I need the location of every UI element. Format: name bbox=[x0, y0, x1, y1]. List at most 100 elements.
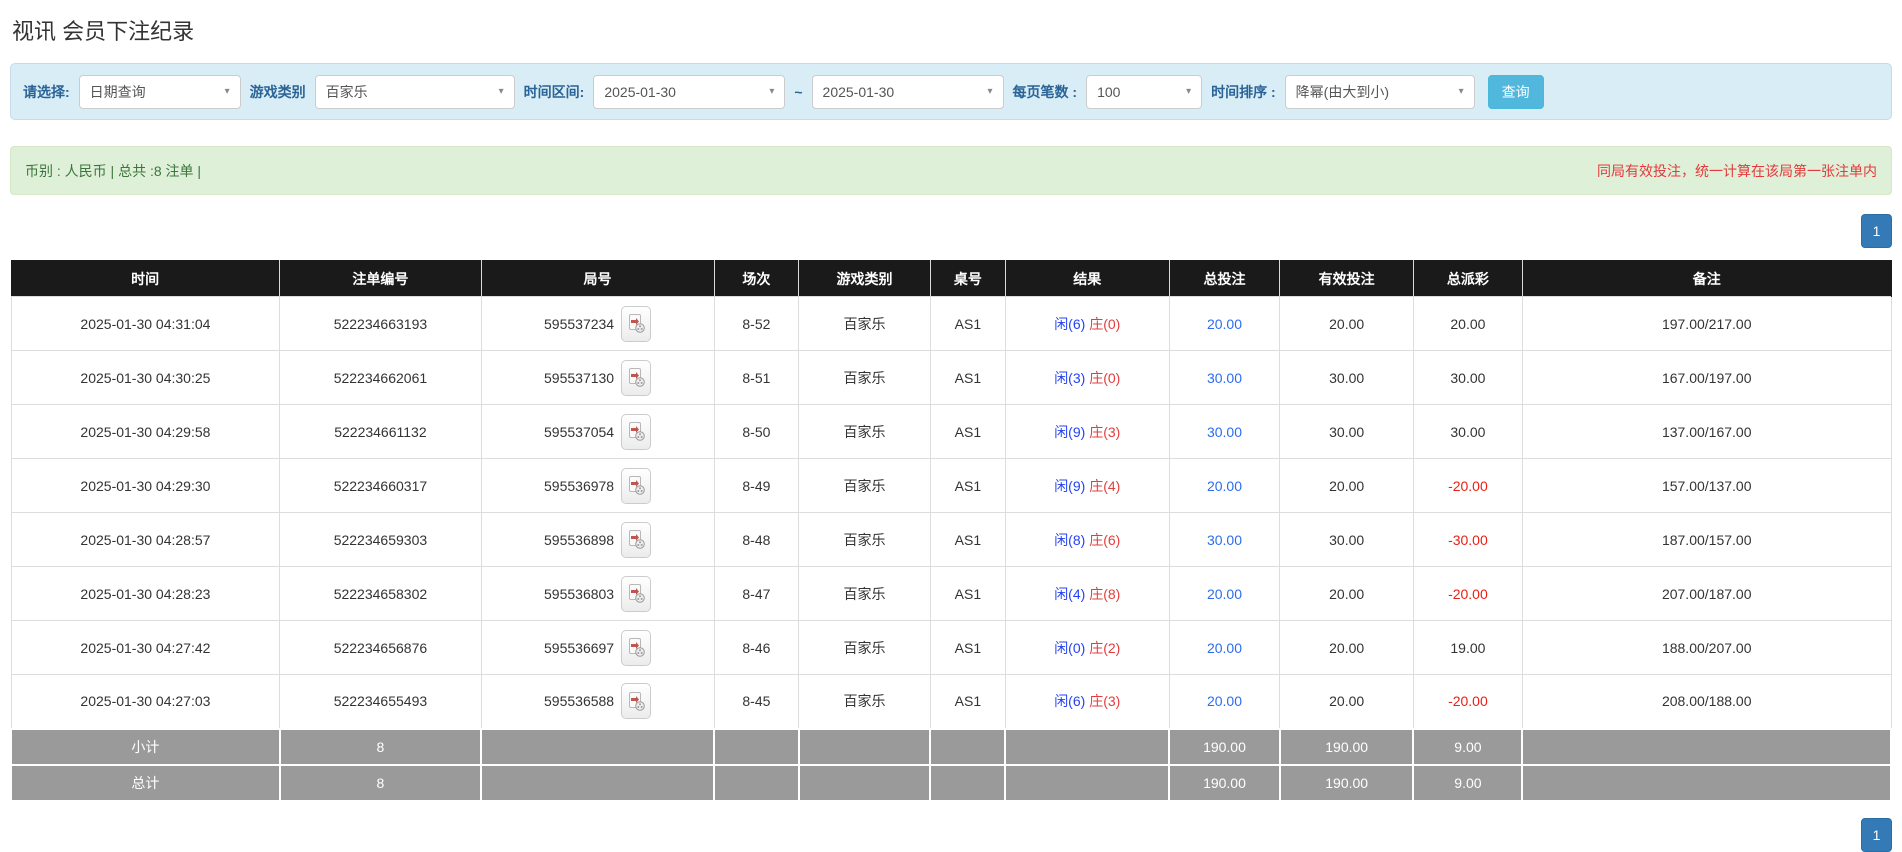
video-replay-button[interactable] bbox=[621, 305, 652, 342]
banker-result: 庄(8) bbox=[1089, 585, 1121, 602]
valid-bet: 20.00 bbox=[1279, 620, 1414, 675]
info-bar: 币别 : 人民币 | 总共 :8 注单 | 同局有效投注，统一计算在该局第一张注… bbox=[10, 146, 1892, 195]
bet-time: 2025-01-30 04:27:03 bbox=[10, 674, 281, 729]
game-category: 百家乐 bbox=[798, 296, 931, 351]
banker-result: 庄(0) bbox=[1089, 369, 1121, 386]
valid-bet: 20.00 bbox=[1279, 674, 1414, 729]
banker-result: 庄(6) bbox=[1089, 531, 1121, 548]
per-page-value: 100 bbox=[1097, 83, 1121, 100]
col-round-number: 局号 bbox=[481, 260, 715, 297]
table-number: AS1 bbox=[929, 350, 1006, 405]
chevron-down-icon: ▾ bbox=[987, 86, 993, 97]
bet-number: 522234658302 bbox=[279, 566, 482, 621]
page-1-button[interactable]: 1 bbox=[1861, 214, 1892, 248]
valid-bet: 20.00 bbox=[1279, 566, 1414, 621]
round-number: 595537054 bbox=[544, 423, 615, 440]
round-number: 595536978 bbox=[544, 477, 615, 494]
date-to-select[interactable]: 2025-01-30 ▾ bbox=[811, 74, 1004, 109]
col-game-category: 游戏类别 bbox=[798, 260, 931, 297]
game-category: 百家乐 bbox=[798, 458, 931, 513]
round-cell: 595536978 bbox=[480, 458, 715, 513]
remark: 157.00/137.00 bbox=[1521, 458, 1892, 513]
total-payout: 30.00 bbox=[1412, 350, 1523, 405]
table-number: AS1 bbox=[929, 620, 1006, 675]
table-number: AS1 bbox=[929, 458, 1006, 513]
video-file-icon bbox=[628, 530, 645, 549]
bet-time: 2025-01-30 04:30:25 bbox=[10, 350, 281, 405]
game-category: 百家乐 bbox=[798, 404, 931, 459]
total-bet-cell: 30.00 bbox=[1168, 350, 1281, 405]
video-file-icon bbox=[628, 314, 645, 333]
valid-bet: 20.00 bbox=[1279, 458, 1414, 513]
total-bet-cell: 30.00 bbox=[1168, 404, 1281, 459]
page-1-button[interactable]: 1 bbox=[1861, 817, 1892, 852]
round-cell: 595536697 bbox=[480, 620, 715, 675]
grand-total-payout: 9.00 bbox=[1412, 763, 1524, 802]
col-bet-number: 注单编号 bbox=[279, 260, 482, 297]
round-cell: 595537234 bbox=[480, 296, 715, 351]
round-cell: 595537130 bbox=[480, 350, 715, 405]
video-replay-button[interactable] bbox=[621, 575, 652, 612]
valid-bet: 30.00 bbox=[1279, 350, 1414, 405]
table-row: 2025-01-30 04:29:30 522234660317 5955369… bbox=[10, 458, 1892, 513]
sort-select[interactable]: 降幂(由大到小) ▾ bbox=[1284, 74, 1475, 109]
total-bet-cell: 20.00 bbox=[1168, 674, 1281, 729]
total-bet-link[interactable]: 20.00 bbox=[1207, 640, 1242, 656]
grand-total-row: 总计 8 190.00 190.00 9.00 bbox=[10, 763, 1892, 802]
banker-result: 庄(2) bbox=[1089, 639, 1121, 656]
video-replay-button[interactable] bbox=[621, 521, 652, 558]
player-result: 闲(6) bbox=[1054, 315, 1086, 332]
session-number: 8-48 bbox=[713, 512, 800, 567]
video-replay-button[interactable] bbox=[621, 359, 652, 396]
game-category-label: 游戏类别 bbox=[249, 83, 306, 100]
valid-bet: 20.00 bbox=[1279, 296, 1414, 351]
total-bet-link[interactable]: 20.00 bbox=[1207, 586, 1242, 602]
date-from-select[interactable]: 2025-01-30 ▾ bbox=[593, 74, 786, 109]
video-replay-button[interactable] bbox=[621, 629, 652, 666]
video-replay-button[interactable] bbox=[621, 683, 652, 720]
table-footer: 小计 8 190.00 190.00 9.00 总计 8 190.00 190.… bbox=[10, 727, 1892, 802]
bet-number: 522234663193 bbox=[279, 296, 482, 351]
table-number: AS1 bbox=[929, 404, 1006, 459]
time-range-label: 时间区间: bbox=[523, 83, 585, 100]
game-category: 百家乐 bbox=[798, 512, 931, 567]
video-file-icon bbox=[628, 476, 645, 495]
bet-time: 2025-01-30 04:29:30 bbox=[10, 458, 281, 513]
chevron-down-icon: ▾ bbox=[1458, 86, 1464, 97]
remark: 197.00/217.00 bbox=[1521, 296, 1892, 351]
bet-number: 522234661132 bbox=[279, 404, 482, 459]
subtotal-row: 小计 8 190.00 190.00 9.00 bbox=[10, 727, 1892, 766]
subtotal-label: 小计 bbox=[10, 727, 281, 766]
total-bet-link[interactable]: 30.00 bbox=[1207, 532, 1242, 548]
player-result: 闲(9) bbox=[1054, 423, 1086, 440]
col-valid-bet: 有效投注 bbox=[1279, 260, 1414, 297]
player-result: 闲(6) bbox=[1054, 693, 1086, 710]
pagination-bottom: 1 bbox=[10, 817, 1892, 852]
table-body: 2025-01-30 04:31:04 522234663193 5955372… bbox=[10, 296, 1892, 729]
total-bet-link[interactable]: 20.00 bbox=[1207, 693, 1242, 709]
table-row: 2025-01-30 04:28:23 522234658302 5955368… bbox=[10, 566, 1892, 621]
search-button[interactable]: 查询 bbox=[1487, 74, 1544, 109]
col-table-number: 桌号 bbox=[930, 260, 1006, 297]
total-bet-link[interactable]: 20.00 bbox=[1207, 316, 1242, 332]
session-number: 8-52 bbox=[713, 296, 800, 351]
query-type-select[interactable]: 日期查询 ▾ bbox=[78, 74, 241, 109]
chevron-down-icon: ▾ bbox=[224, 86, 230, 97]
session-number: 8-50 bbox=[713, 404, 800, 459]
game-category-select[interactable]: 百家乐 ▾ bbox=[314, 74, 515, 109]
grand-total-label: 总计 bbox=[10, 763, 281, 802]
total-bet-link[interactable]: 20.00 bbox=[1207, 478, 1242, 494]
banker-result: 庄(3) bbox=[1089, 423, 1121, 440]
total-bet-link[interactable]: 30.00 bbox=[1207, 370, 1242, 386]
per-page-select[interactable]: 100 ▾ bbox=[1086, 74, 1203, 109]
bet-time: 2025-01-30 04:31:04 bbox=[10, 296, 281, 351]
round-cell: 595537054 bbox=[480, 404, 715, 459]
video-replay-button[interactable] bbox=[621, 413, 652, 450]
video-replay-button[interactable] bbox=[621, 467, 652, 504]
session-number: 8-49 bbox=[713, 458, 800, 513]
total-bet-link[interactable]: 30.00 bbox=[1207, 424, 1242, 440]
col-remark: 备注 bbox=[1522, 260, 1892, 297]
result-cell: 闲(3) 庄(0) bbox=[1004, 350, 1170, 405]
total-payout: -30.00 bbox=[1412, 512, 1523, 567]
table-row: 2025-01-30 04:31:04 522234663193 5955372… bbox=[10, 296, 1892, 351]
